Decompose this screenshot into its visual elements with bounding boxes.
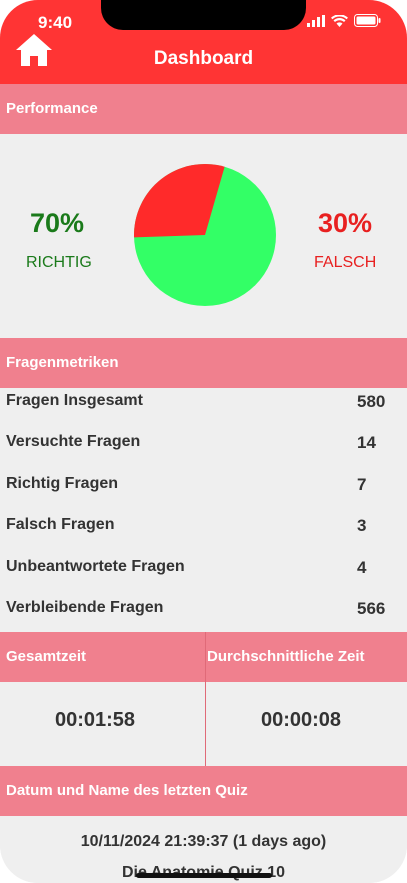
home-indicator[interactable] — [136, 873, 272, 878]
metric-label: Versuchte Fragen — [6, 433, 141, 450]
performance-header: Performance — [0, 84, 407, 134]
time-divider — [205, 632, 206, 766]
metric-row: Fragen Insgesamt 580 — [0, 388, 407, 428]
status-time: 9:40 — [38, 13, 73, 32]
avg-time-header: Durchschnittliche Zeit — [206, 632, 407, 682]
wrong-percentage: 30% — [318, 208, 373, 238]
last-quiz-date: 10/11/2024 21:39:37 (1 days ago) — [80, 833, 327, 850]
metric-label: Fragen Insgesamt — [6, 392, 143, 409]
status-icons — [307, 14, 381, 27]
metric-value: 14 — [357, 433, 376, 452]
metric-row: Unbeantwortete Fragen 4 — [0, 554, 407, 594]
metric-row: Versuchte Fragen 14 — [0, 429, 407, 469]
wifi-icon — [331, 14, 348, 27]
metrics-list: Fragen Insgesamt 580 Versuchte Fragen 14… — [0, 388, 407, 632]
metric-row: Falsch Fragen 3 — [0, 512, 407, 552]
metric-row: Richtig Fragen 7 — [0, 471, 407, 511]
metric-value: 4 — [357, 558, 367, 577]
metric-label: Unbeantwortete Fragen — [6, 558, 185, 575]
battery-icon — [354, 14, 381, 27]
dashboard-screen: 9:40 Dashboard Performance 70% RICHTIG 3… — [0, 0, 407, 883]
total-time-header: Gesamtzeit — [0, 632, 205, 682]
page-title: Dashboard — [153, 48, 254, 69]
metric-label: Richtig Fragen — [6, 475, 119, 492]
metrics-title: Fragenmetriken — [6, 354, 119, 371]
avg-time-text: 00:00:08 — [260, 709, 342, 731]
wrong-label: FALSCH — [314, 254, 377, 271]
last-quiz-header: Datum und Name des letzten Quiz — [0, 766, 407, 816]
metrics-header: Fragenmetriken — [0, 338, 407, 388]
metric-value: 7 — [357, 475, 367, 494]
avg-time-value: 00:00:08 — [206, 682, 396, 766]
metric-label: Falsch Fragen — [6, 516, 115, 533]
total-time-text: 00:01:58 — [54, 709, 136, 731]
correct-percentage: 70% — [30, 208, 85, 238]
avg-time-label: Durchschnittliche Zeit — [207, 648, 365, 665]
total-time-label: Gesamtzeit — [6, 648, 87, 665]
app-header: 9:40 Dashboard — [0, 0, 407, 84]
performance-title: Performance — [6, 100, 98, 117]
metric-label: Verbleibende Fragen — [6, 599, 164, 616]
correct-label: RICHTIG — [26, 254, 92, 271]
performance-panel: 70% RICHTIG 30% FALSCH — [0, 136, 407, 338]
performance-pie-chart — [134, 164, 276, 306]
metric-value: 566 — [357, 599, 386, 618]
metric-value: 580 — [357, 392, 386, 411]
metric-row: Verbleibende Fragen 566 — [0, 595, 407, 635]
metric-value: 3 — [357, 516, 367, 535]
last-quiz-title: Datum und Name des letzten Quiz — [6, 782, 248, 799]
total-time-value: 00:01:58 — [0, 682, 190, 766]
device-notch — [101, 0, 306, 30]
signal-icon — [307, 14, 325, 27]
